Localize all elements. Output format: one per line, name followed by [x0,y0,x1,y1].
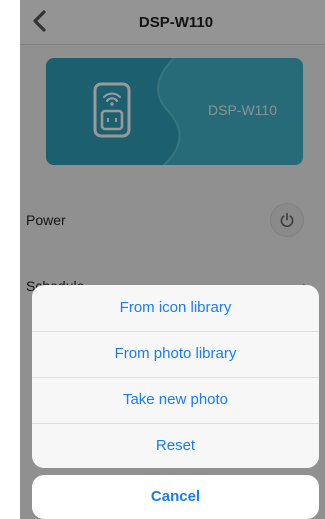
from-icon-library-button[interactable]: From icon library [32,285,319,332]
cancel-button[interactable]: Cancel [32,475,319,519]
take-new-photo-button[interactable]: Take new photo [32,377,319,424]
from-photo-library-button[interactable]: From photo library [32,331,319,378]
device-settings-screen: DSP-W110 DSP-W110 Power Schedule [20,0,325,519]
photo-action-sheet: From icon library From photo library Tak… [32,285,319,468]
reset-button[interactable]: Reset [32,423,319,468]
